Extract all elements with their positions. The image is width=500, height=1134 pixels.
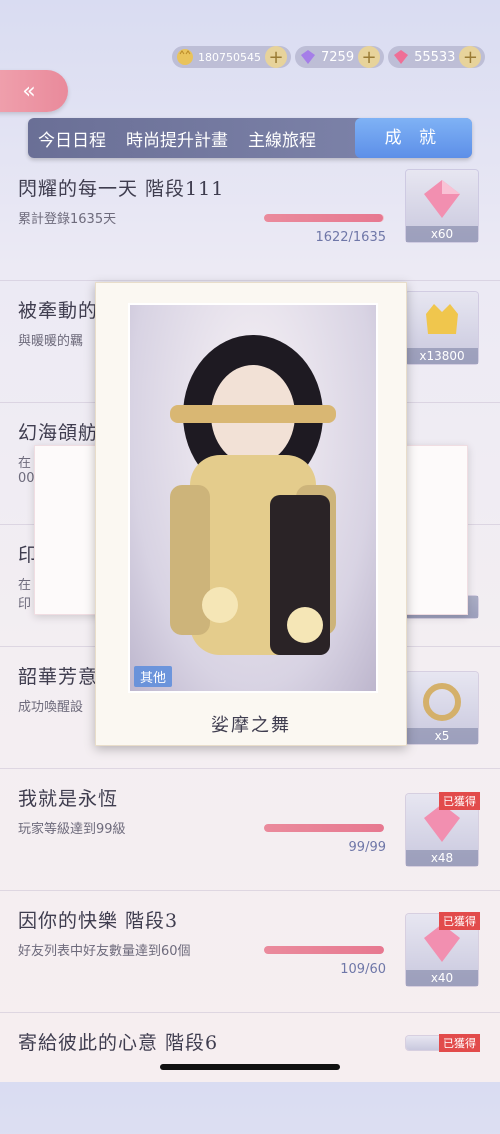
purple-value: 7259 (321, 49, 355, 65)
achievement-desc: 玩家等級達到99級 (18, 822, 126, 837)
outfit-card[interactable]: 其他 娑摩之舞 (95, 282, 407, 746)
achievement-row: 我就是永恆 玩家等級達到99級 99/99 x48 已獲得 (0, 770, 500, 891)
claimed-badge: 已獲得 (439, 792, 480, 810)
reward-count: x5 (406, 728, 478, 744)
back-arrow-icon: « (22, 78, 36, 104)
currency-gold: 180750545 + (172, 46, 291, 68)
progress-bar (264, 824, 384, 832)
purple-diamond-icon (299, 48, 317, 66)
currency-pink: 55533 + (388, 46, 486, 68)
currency-bar: 180750545 + 7259 + 55533 + (172, 44, 489, 70)
tab-main-journey[interactable]: 主線旅程 (238, 126, 326, 151)
cat-coin-icon (426, 304, 458, 334)
add-pink-button[interactable]: + (459, 46, 482, 68)
add-gold-button[interactable]: + (265, 46, 287, 68)
ring-icon (423, 683, 461, 721)
reward-item[interactable]: x5 (406, 672, 478, 744)
reward-item[interactable]: x13800 (406, 292, 478, 364)
outfit-photo: 其他 (128, 303, 378, 693)
achievement-row: 閃耀的每一天 階段111 累計登錄1635天 1622/1635 x60 (0, 160, 500, 281)
category-tag: 其他 (134, 666, 173, 687)
tab-daily[interactable]: 今日日程 (28, 126, 116, 151)
achievement-desc: 累計登錄1635天 (18, 212, 117, 227)
reward-count: x60 (406, 226, 478, 242)
reward-item[interactable]: x48 已獲得 (406, 792, 480, 866)
cat-coin-icon (176, 48, 194, 66)
pink-diamond-icon (392, 48, 410, 66)
claimed-badge: 已獲得 (439, 912, 480, 930)
progress-bar (264, 214, 384, 222)
currency-purple: 7259 + (295, 46, 385, 68)
achievement-title: 被牽動的 (18, 300, 99, 322)
reward-count: x13800 (406, 348, 478, 364)
outfit-name: 娑摩之舞 (211, 715, 291, 736)
achievement-desc: 在 00 (18, 456, 35, 486)
achievement-title: 因你的快樂 階段3 (18, 910, 179, 932)
pink-diamond-icon (424, 180, 460, 218)
progress-text: 99/99 (348, 840, 386, 855)
progress-bar (264, 946, 384, 954)
achievement-title: 幻海頜舫 (18, 422, 99, 444)
achievement-desc: 好友列表中好友數量達到60個 (18, 944, 191, 959)
tab-fashion-plan[interactable]: 時尚提升計畫 (116, 126, 238, 151)
reward-count: x48 (406, 850, 478, 866)
back-button[interactable]: « (0, 70, 68, 112)
achievement-title: 韶華芳意 (18, 666, 99, 688)
achievement-title: 我就是永恆 (18, 788, 119, 810)
gold-value: 180750545 (198, 50, 261, 64)
reward-item[interactable]: x40 已獲得 (406, 912, 480, 986)
add-purple-button[interactable]: + (358, 46, 381, 68)
achievement-desc: 成功喚醒設 (18, 700, 84, 715)
pink-value: 55533 (414, 49, 456, 65)
home-indicator[interactable] (160, 1064, 340, 1070)
progress-text: 109/60 (340, 962, 386, 977)
achievement-title: 閃耀的每一天 階段111 (18, 178, 225, 200)
reward-count: x40 (406, 970, 478, 986)
reward-item[interactable]: 已獲得 (406, 1034, 480, 1052)
tab-achievements[interactable]: 成 就 (354, 118, 472, 158)
dancer-illustration (170, 335, 336, 655)
achievement-desc: 與暖暖的羈 (18, 334, 84, 349)
tab-bar: 今日日程 時尚提升計畫 主線旅程 成 就 (28, 118, 472, 158)
reward-item[interactable]: x60 (406, 170, 478, 242)
achievement-desc: 在 印 (18, 578, 32, 612)
achievement-row: 寄給彼此的心意 階段6 已獲得 (0, 1014, 500, 1134)
achievement-row: 因你的快樂 階段3 好友列表中好友數量達到60個 109/60 x40 已獲得 (0, 892, 500, 1013)
claimed-badge: 已獲得 (439, 1034, 480, 1052)
achievement-title: 寄給彼此的心意 階段6 (18, 1032, 219, 1054)
progress-text: 1622/1635 (315, 230, 386, 245)
